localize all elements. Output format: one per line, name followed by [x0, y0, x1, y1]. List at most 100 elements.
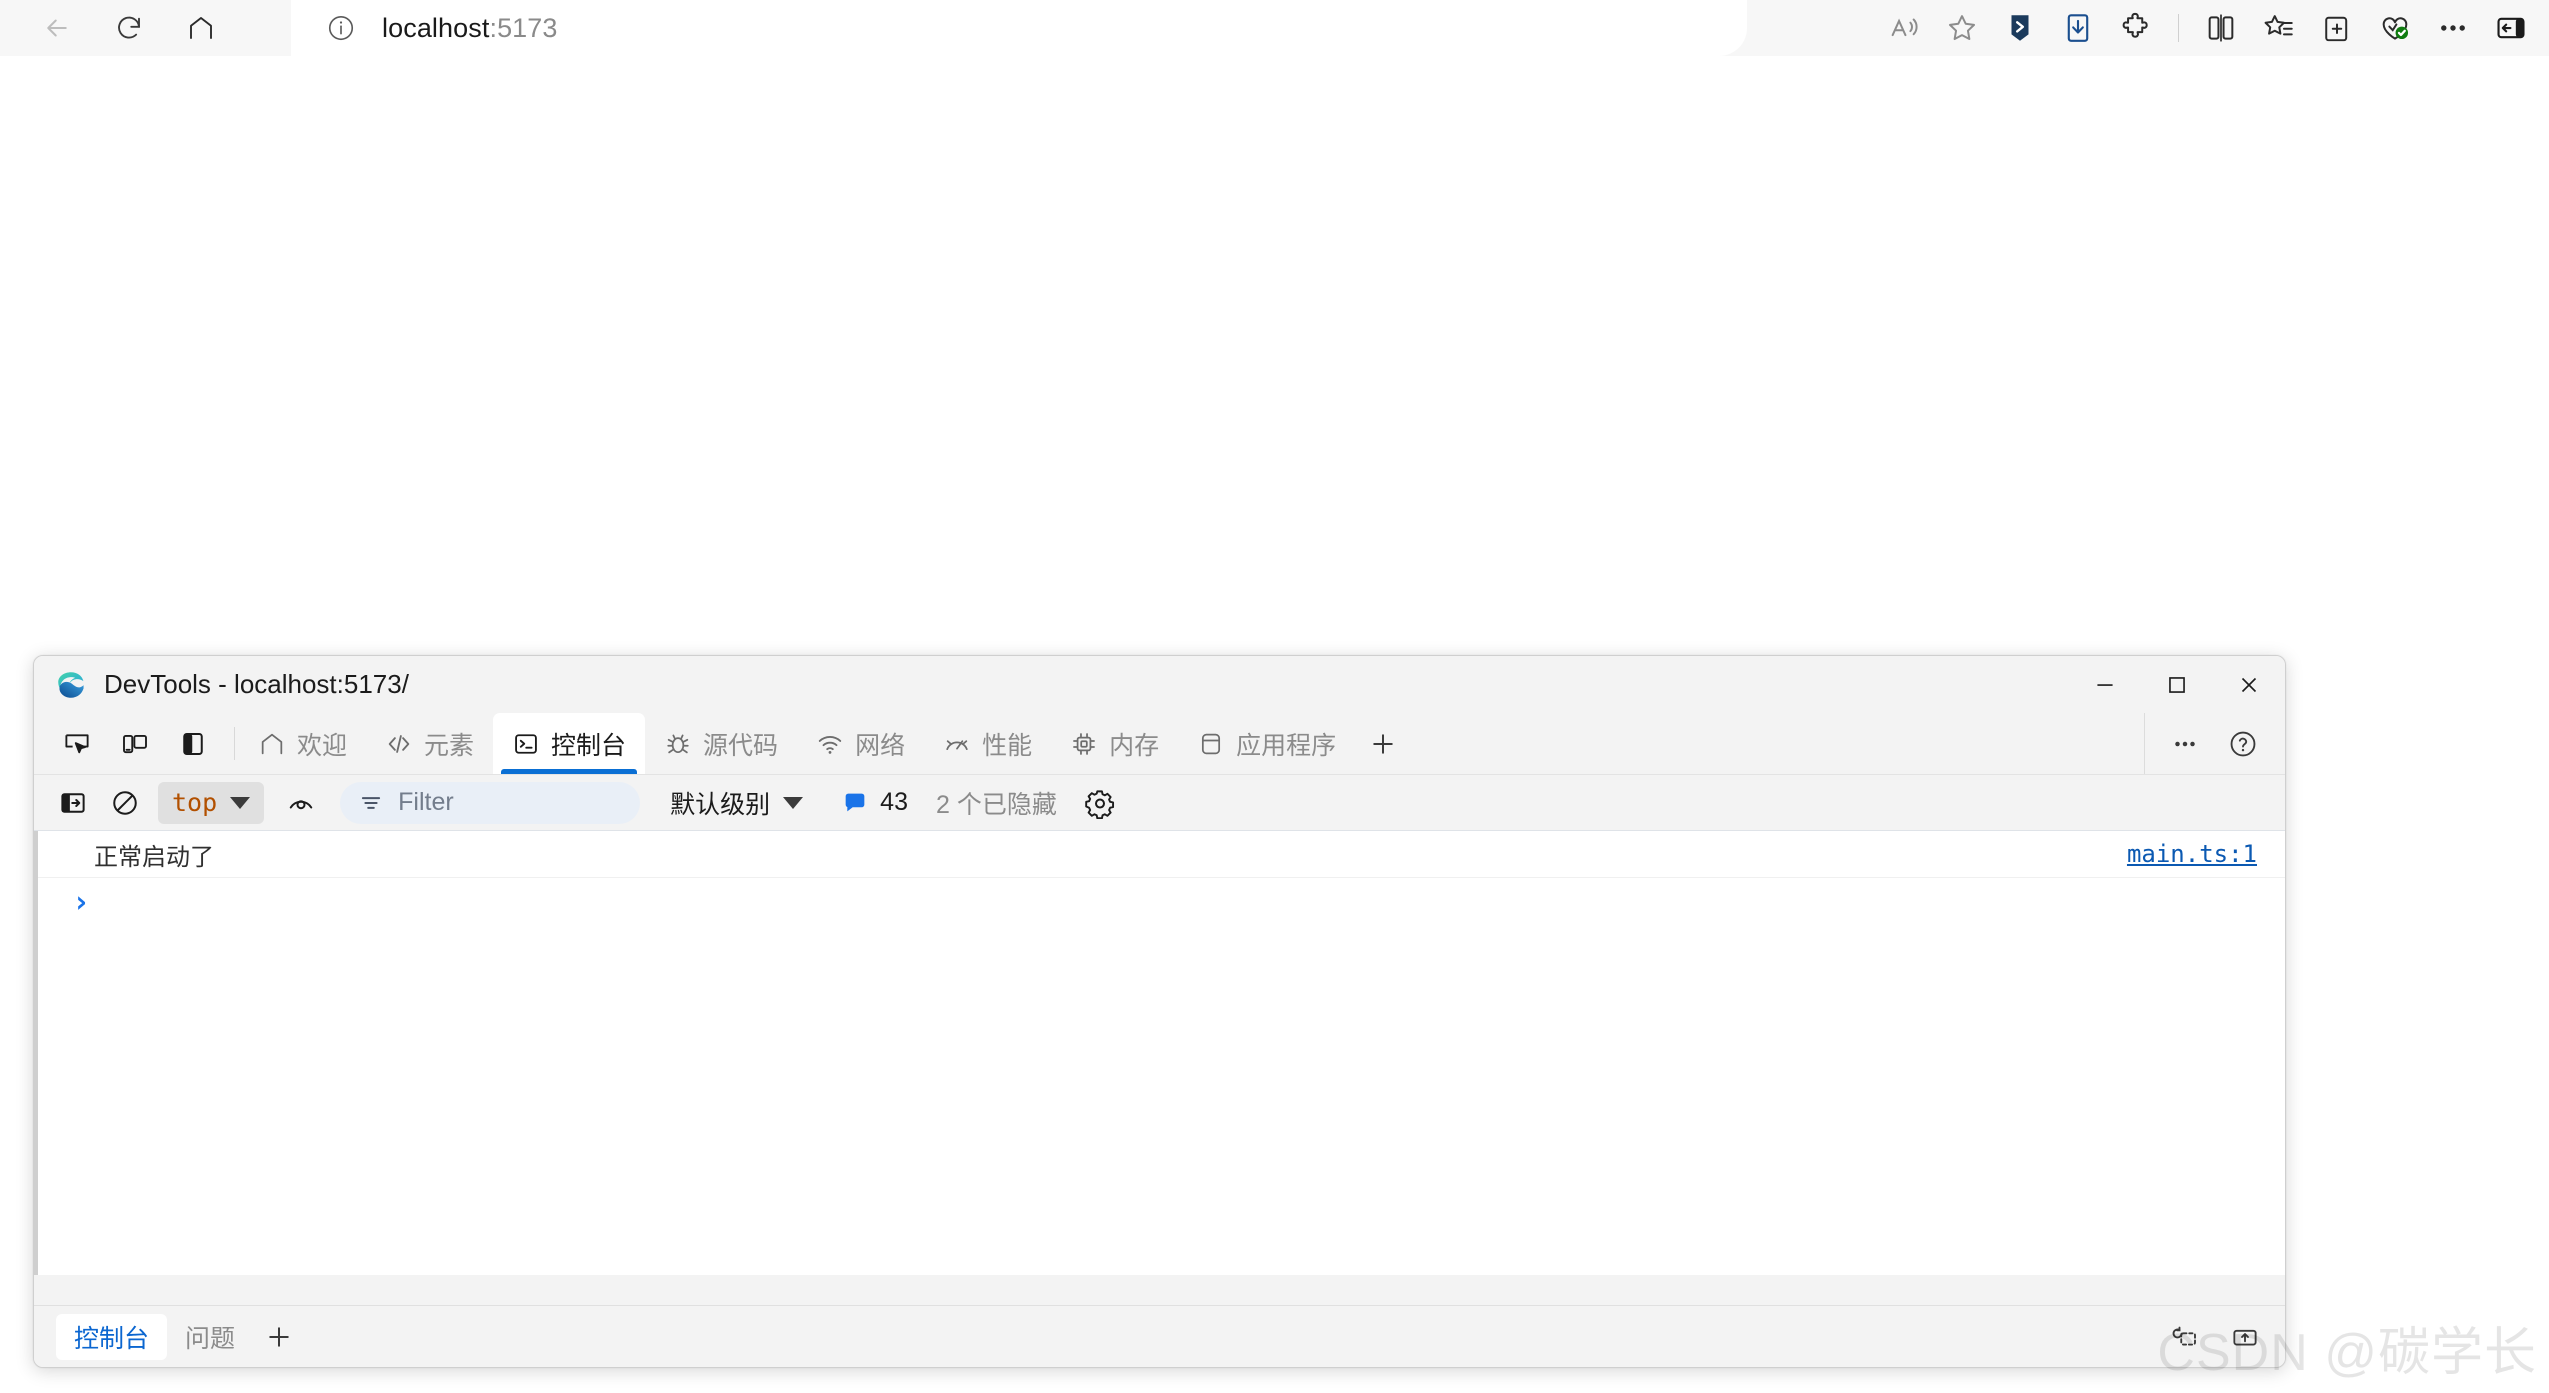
- device-emulation-icon: [123, 734, 147, 753]
- favorites-button[interactable]: [2255, 4, 2303, 52]
- tab-sources[interactable]: 源代码: [645, 713, 797, 774]
- navigation-buttons: [0, 5, 224, 51]
- read-aloud-button[interactable]: [1880, 4, 1928, 52]
- add-favorite-button[interactable]: [1938, 4, 1986, 52]
- tab-label: 应用程序: [1236, 731, 1337, 760]
- home-button[interactable]: [178, 5, 224, 51]
- console-input-prompt[interactable]: ›: [38, 878, 2285, 926]
- star-icon: [1948, 15, 1976, 41]
- drawer-tab-issues[interactable]: 问题: [167, 1314, 253, 1360]
- sidebar-toggle-button[interactable]: [2487, 4, 2535, 52]
- console-message-text: 正常启动了: [94, 842, 214, 871]
- address-bar[interactable]: localhost:5173: [291, 0, 1747, 56]
- copilot-icon: [2011, 15, 2029, 41]
- application-box-icon: [1197, 730, 1225, 758]
- bug-icon: [664, 730, 692, 758]
- console-filter-input[interactable]: Filter: [340, 781, 641, 824]
- gear-icon: [1085, 789, 1114, 819]
- more-tools-button[interactable]: [1355, 713, 1411, 774]
- devtools-window-title: DevTools - localhost:5173/: [104, 669, 409, 699]
- tab-console[interactable]: 控制台: [493, 713, 646, 774]
- split-screen-button[interactable]: [2197, 4, 2245, 52]
- devtools-tab-list: 欢迎 元素 控制台 源代码 网络 性能 内存 应用程序: [239, 713, 1411, 774]
- dock-undock-button[interactable]: [2219, 1314, 2271, 1360]
- address-bar-text: localhost:5173: [382, 13, 558, 44]
- toolbar-divider: [2178, 14, 2179, 42]
- tabstrip-divider: [234, 727, 235, 760]
- tab-label: 性能: [982, 731, 1033, 760]
- site-info-button[interactable]: [324, 11, 358, 45]
- split-screen-icon: [2208, 14, 2234, 42]
- home-icon: [258, 730, 286, 758]
- javascript-context-select[interactable]: top: [158, 781, 265, 824]
- arrow-left-icon: [47, 19, 67, 37]
- back-button[interactable]: [34, 5, 80, 51]
- copilot-button[interactable]: [1996, 4, 2044, 52]
- plus-icon: [1373, 733, 1393, 754]
- tab-label: 控制台: [551, 731, 627, 760]
- issues-refresh-button[interactable]: [2159, 1314, 2211, 1360]
- wifi-icon: [816, 730, 844, 758]
- window-controls: [2069, 656, 2285, 713]
- help-circle-icon: [2230, 731, 2256, 756]
- console-message-row[interactable]: 正常启动了 main.ts:1: [38, 831, 2285, 878]
- gauge-icon: [943, 730, 971, 758]
- maximize-icon: [2169, 676, 2185, 693]
- console-terminal-icon: [512, 730, 540, 758]
- inspect-element-button[interactable]: [54, 721, 100, 767]
- download-icon: [2067, 14, 2089, 42]
- console-settings-button[interactable]: [1077, 781, 1123, 825]
- console-source-link[interactable]: main.ts:1: [2127, 840, 2257, 868]
- drawer-tab-console[interactable]: 控制台: [56, 1313, 168, 1360]
- home-icon: [190, 17, 212, 39]
- heart-check-icon: [2382, 17, 2409, 40]
- tab-performance[interactable]: 性能: [924, 713, 1051, 774]
- plus-icon: [269, 1326, 289, 1347]
- ellipsis-icon: [2175, 741, 2195, 746]
- devtools-tabstrip: 欢迎 元素 控制台 源代码 网络 性能 内存 应用程序: [34, 713, 2285, 775]
- tab-network[interactable]: 网络: [797, 713, 924, 774]
- filter-lines-icon: [362, 796, 381, 809]
- chevron-down-icon: [230, 796, 251, 809]
- url-host: localhost: [382, 12, 490, 43]
- create-live-expression-button[interactable]: [278, 781, 324, 825]
- show-console-sidebar-icon: [61, 792, 85, 813]
- console-sidebar-toggle[interactable]: [50, 781, 96, 825]
- devtools-more-options-button[interactable]: [2159, 718, 2211, 770]
- info-circle-icon: [328, 15, 354, 41]
- browser-toolbar-right: [1880, 0, 2549, 56]
- devtools-drawer-statusbar: 控制台 问题: [34, 1305, 2285, 1367]
- filter-placeholder: Filter: [398, 788, 454, 816]
- devtools-quick-actions: [34, 713, 230, 774]
- tab-application[interactable]: 应用程序: [1178, 713, 1355, 774]
- tab-label: 网络: [855, 731, 906, 760]
- devtools-tabstrip-actions: [2144, 713, 2285, 774]
- console-toolbar: top Filter 默认级别 43 2 个已隐藏: [34, 775, 2285, 831]
- drawer-tab-label: 问题: [185, 1324, 236, 1353]
- clear-no-entry-icon: [113, 790, 137, 815]
- devtools-help-button[interactable]: [2217, 718, 2269, 770]
- collections-button[interactable]: [2313, 4, 2361, 52]
- message-count-badge[interactable]: 43: [841, 788, 908, 817]
- message-count: 43: [880, 788, 908, 816]
- log-level-select[interactable]: 默认级别: [658, 782, 815, 824]
- tab-memory[interactable]: 内存: [1051, 713, 1178, 774]
- browser-essentials-button[interactable]: [2371, 4, 2419, 52]
- tab-elements[interactable]: 元素: [366, 713, 493, 774]
- extensions-button[interactable]: [2112, 4, 2160, 52]
- url-port: :5173: [489, 12, 558, 43]
- clear-console-button[interactable]: [102, 781, 148, 825]
- settings-more-button[interactable]: [2429, 4, 2477, 52]
- downloads-button[interactable]: [2054, 4, 2102, 52]
- device-toolbar-button[interactable]: [112, 721, 158, 767]
- refresh-button[interactable]: [106, 5, 152, 51]
- devtools-titlebar: DevTools - localhost:5173/: [34, 656, 2285, 713]
- minimize-button[interactable]: [2069, 656, 2141, 713]
- dock-panel-icon: [183, 732, 203, 755]
- drawer-more-tools-button[interactable]: [253, 1314, 305, 1360]
- maximize-button[interactable]: [2141, 656, 2213, 713]
- console-output[interactable]: 正常启动了 main.ts:1 ›: [34, 831, 2285, 1275]
- close-button[interactable]: [2213, 656, 2285, 713]
- tab-welcome[interactable]: 欢迎: [239, 713, 366, 774]
- dock-side-button[interactable]: [170, 721, 216, 767]
